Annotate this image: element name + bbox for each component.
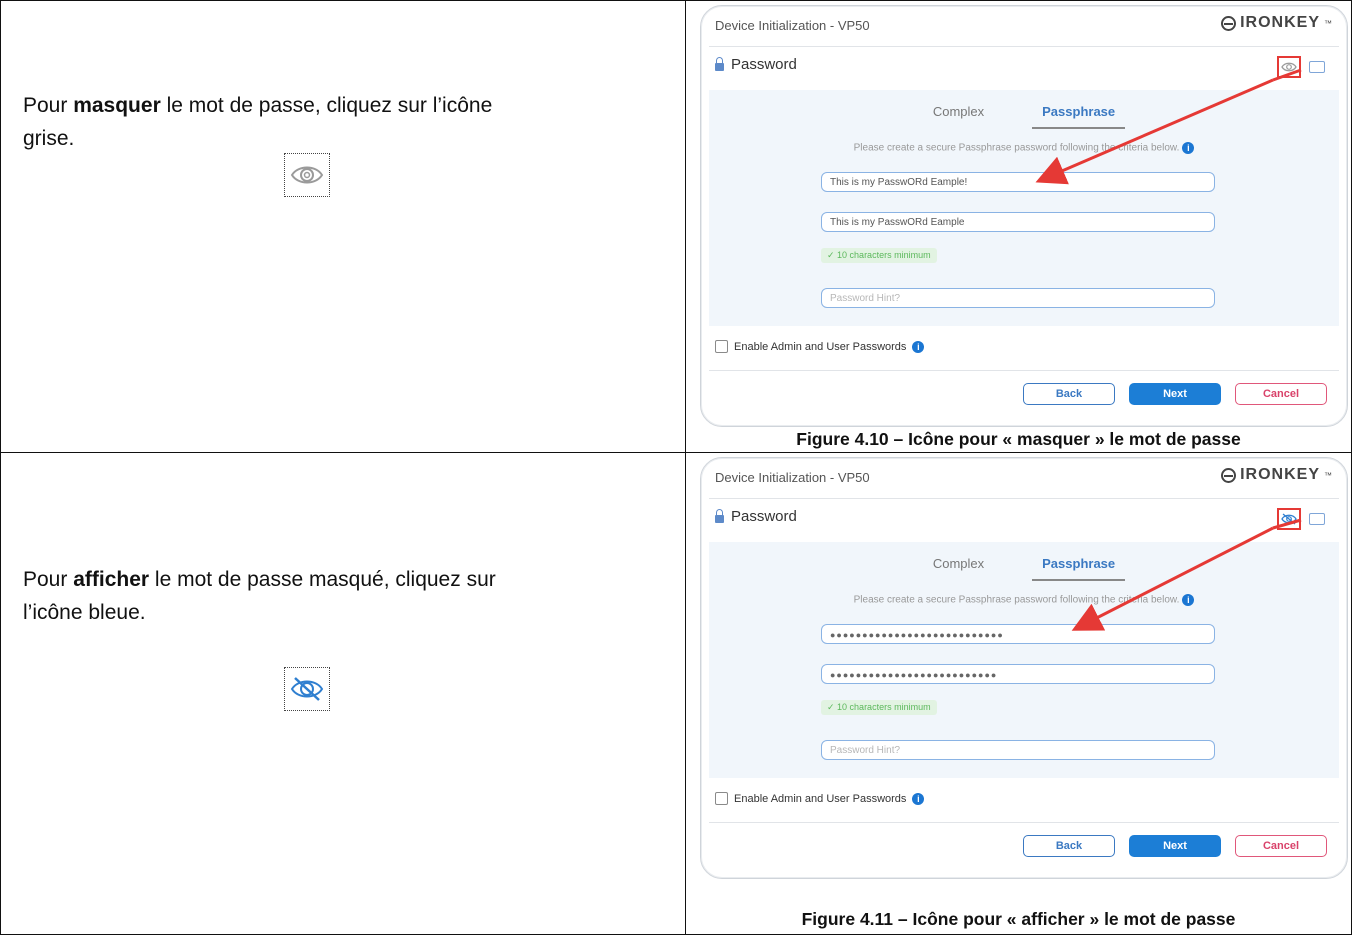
- ironkey-logo-icon: [1221, 15, 1237, 31]
- back-button[interactable]: Back: [1023, 835, 1115, 857]
- cancel-button[interactable]: Cancel: [1235, 835, 1327, 857]
- bold-keyword: afficher: [73, 568, 150, 591]
- divider: [709, 370, 1339, 371]
- lock-icon: [715, 56, 724, 71]
- password-hint-field[interactable]: Password Hint?: [821, 740, 1215, 760]
- requirement-badge: ✓ 10 characters minimum: [821, 700, 937, 715]
- show-hide-toggle[interactable]: [1277, 56, 1301, 78]
- ironkey-logo-icon: [1221, 467, 1237, 483]
- figure-cell-4-11: Device Initialization - VP50 IRONKEY ™ Pa…: [685, 452, 1352, 935]
- confirm-password-field[interactable]: This is my PasswORd Eample: [821, 212, 1215, 232]
- password-field[interactable]: ●●●●●●●●●●●●●●●●●●●●●●●●●●●: [821, 624, 1215, 644]
- enable-admin-option[interactable]: Enable Admin and User Passwords i: [715, 792, 925, 805]
- eye-slash-icon: [1281, 513, 1297, 525]
- password-panel: Complex Passphrase Please create a secur…: [709, 542, 1339, 778]
- keyboard-icon[interactable]: [1309, 61, 1325, 73]
- tab-complex[interactable]: Complex: [923, 556, 994, 581]
- enable-admin-checkbox[interactable]: [715, 340, 728, 353]
- instruction-text-show: Pour afficher le mot de passe masqué, cl…: [23, 568, 496, 624]
- dialog-buttons: Back Next Cancel: [1023, 835, 1327, 857]
- eye-icon: [284, 153, 330, 197]
- password-hint-field[interactable]: Password Hint?: [821, 288, 1215, 308]
- enable-admin-option[interactable]: Enable Admin and User Passwords i: [715, 340, 925, 353]
- tab-bar: Complex Passphrase: [709, 104, 1339, 129]
- figure-caption: Figure 4.11 – Icône pour « afficher » le…: [801, 909, 1236, 929]
- lock-icon: [715, 508, 724, 523]
- device-init-dialog: Device Initialization - VP50 IRONKEY ™ Pa…: [700, 457, 1348, 879]
- requirement-badge: ✓ 10 characters minimum: [821, 248, 937, 263]
- instruction-cell-show: Pour afficher le mot de passe masqué, cl…: [0, 452, 686, 935]
- password-field[interactable]: This is my PasswORd Eample!: [821, 172, 1215, 192]
- info-icon[interactable]: i: [912, 340, 925, 353]
- window-title: Device Initialization - VP50: [715, 470, 870, 485]
- section-title: Password: [715, 56, 797, 73]
- password-panel: Complex Passphrase Please create a secur…: [709, 90, 1339, 326]
- tab-passphrase[interactable]: Passphrase: [1032, 104, 1126, 129]
- window-title: Device Initialization - VP50: [715, 18, 870, 33]
- info-icon[interactable]: i: [1182, 594, 1195, 606]
- document-table: Pour masquer le mot de passe, cliquez su…: [0, 0, 1352, 935]
- back-button[interactable]: Back: [1023, 383, 1115, 405]
- next-button[interactable]: Next: [1129, 383, 1221, 405]
- tab-complex[interactable]: Complex: [923, 104, 994, 129]
- info-icon[interactable]: i: [1182, 142, 1195, 154]
- criteria-text: Please create a secure Passphrase passwo…: [709, 594, 1339, 606]
- section-title: Password: [715, 508, 797, 525]
- confirm-password-field[interactable]: ●●●●●●●●●●●●●●●●●●●●●●●●●●: [821, 664, 1215, 684]
- show-hide-toggle[interactable]: [1277, 508, 1301, 530]
- enable-admin-checkbox[interactable]: [715, 792, 728, 805]
- ironkey-logo: IRONKEY ™: [1221, 14, 1333, 32]
- bold-keyword: masquer: [73, 94, 161, 117]
- figure-caption: Figure 4.10 – Icône pour « masquer » le …: [796, 429, 1241, 449]
- view-controls: [1277, 56, 1325, 78]
- cancel-button[interactable]: Cancel: [1235, 383, 1327, 405]
- eye-icon: [1281, 62, 1297, 72]
- divider: [709, 498, 1339, 499]
- tab-passphrase[interactable]: Passphrase: [1032, 556, 1126, 581]
- dialog-buttons: Back Next Cancel: [1023, 383, 1327, 405]
- next-button[interactable]: Next: [1129, 835, 1221, 857]
- divider: [709, 822, 1339, 823]
- eye-slash-icon: [284, 667, 330, 711]
- ironkey-logo: IRONKEY ™: [1221, 466, 1333, 484]
- divider: [709, 46, 1339, 47]
- figure-cell-4-10: Device Initialization - VP50 IRONKEY ™ Pa…: [685, 0, 1352, 453]
- instruction-text-hide: Pour masquer le mot de passe, cliquez su…: [23, 94, 493, 150]
- tab-bar: Complex Passphrase: [709, 556, 1339, 581]
- device-init-dialog: Device Initialization - VP50 IRONKEY ™ Pa…: [700, 5, 1348, 427]
- criteria-text: Please create a secure Passphrase passwo…: [709, 142, 1339, 154]
- keyboard-icon[interactable]: [1309, 513, 1325, 525]
- view-controls: [1277, 508, 1325, 530]
- info-icon[interactable]: i: [912, 792, 925, 805]
- instruction-cell-hide: Pour masquer le mot de passe, cliquez su…: [0, 0, 686, 453]
